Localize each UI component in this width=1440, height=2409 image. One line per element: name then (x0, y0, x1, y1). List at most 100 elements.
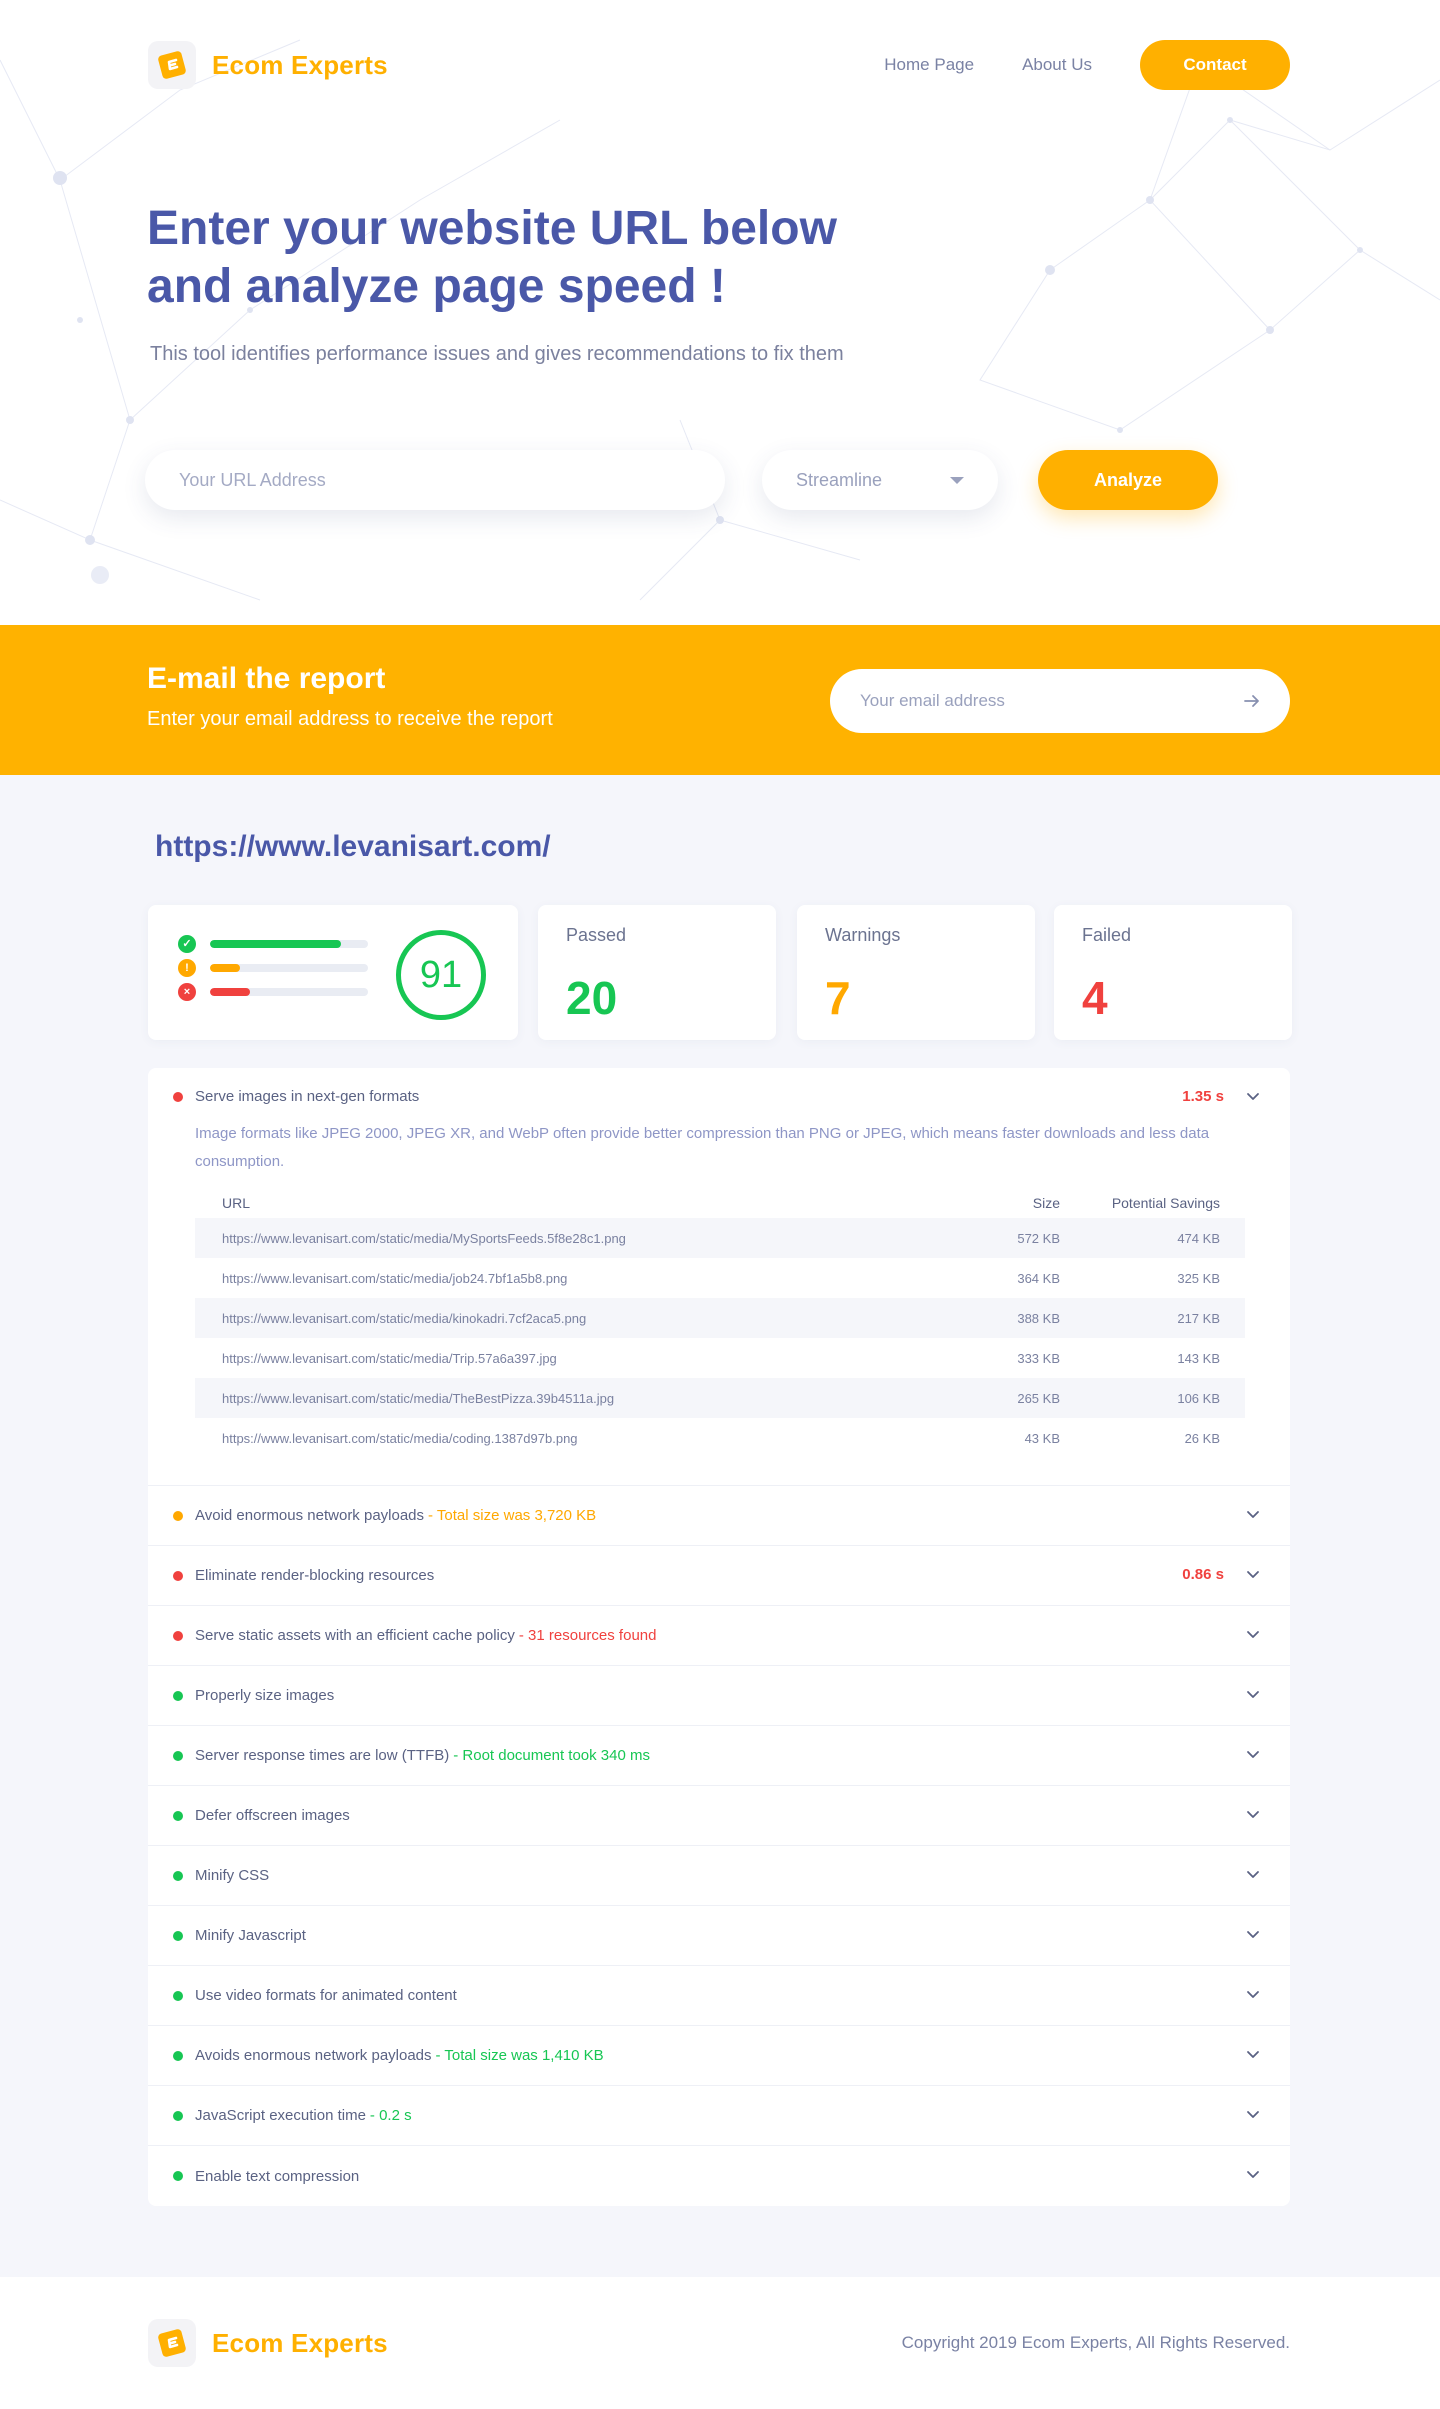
top-nav: Ecom Experts Home Page About Us Contact (148, 40, 1290, 90)
chevron-down-icon[interactable] (1246, 2110, 1260, 2119)
status-dot (173, 1810, 183, 1821)
table-row: https://www.levanisart.com/static/media/… (195, 1378, 1245, 1418)
chevron-down-icon[interactable] (1246, 1630, 1260, 1639)
table-row: https://www.levanisart.com/static/media/… (195, 1298, 1245, 1338)
warning-icon: ! (178, 959, 196, 977)
audit-title: Avoid enormous network payloads (195, 1507, 425, 1524)
email-subtitle: Enter your email address to receive the … (147, 708, 553, 730)
row-size: 43 KB (1024, 1430, 1060, 1446)
nav-link-about[interactable]: About Us (1022, 55, 1092, 75)
row-savings: 217 KB (1177, 1310, 1220, 1326)
bar-fill-warning (210, 964, 241, 972)
email-placeholder: Your email address (860, 691, 1005, 710)
row-url: https://www.levanisart.com/static/media/… (222, 1350, 557, 1366)
chevron-down-icon[interactable] (1246, 1690, 1260, 1699)
audit-item[interactable]: Properly size images (148, 1666, 1290, 1726)
audit-item[interactable]: Server response times are low (TTFB) - Ro… (148, 1726, 1290, 1786)
email-title: E-mail the report (147, 662, 386, 695)
footer: Ecom Experts Copyright 2019 Ecom Experts… (0, 2277, 1440, 2409)
row-url: https://www.levanisart.com/static/media/… (222, 1230, 626, 1246)
row-size: 364 KB (1017, 1270, 1060, 1286)
row-url: https://www.levanisart.com/static/media/… (222, 1390, 615, 1406)
logo-icon (148, 2319, 196, 2367)
audit-item[interactable]: Avoid enormous network payloads - Total s… (148, 1486, 1290, 1546)
warnings-card: Warnings 7 (797, 905, 1035, 1040)
bar-track-passed (210, 940, 368, 948)
chevron-down-icon[interactable] (1246, 1810, 1260, 1819)
url-input[interactable] (145, 450, 725, 510)
footer-logo[interactable]: Ecom Experts (148, 2319, 388, 2367)
chevron-down-icon[interactable] (1246, 1510, 1260, 1519)
chevron-down-icon[interactable] (1246, 1990, 1260, 1999)
failed-label: Failed (1082, 925, 1132, 945)
results-section: https://www.levanisart.com/ ✓ ! × 91 Pas… (0, 775, 1440, 2277)
col-url: URL (222, 1195, 251, 1211)
copyright: Copyright 2019 Ecom Experts, All Rights … (901, 2333, 1290, 2352)
audit-detail: - Total size was 1,410 KB (435, 2047, 604, 2064)
chevron-down-icon[interactable] (1246, 2050, 1260, 2059)
table-row: https://www.levanisart.com/static/media/… (195, 1418, 1245, 1458)
audit-title: Minify Javascript (195, 1927, 306, 1944)
bar-row-failed: × (178, 983, 368, 1001)
audit-detail: - 0.2 s (369, 2107, 412, 2124)
nav-link-home[interactable]: Home Page (884, 55, 974, 75)
audit-item[interactable]: Serve static assets with an efficient ca… (148, 1606, 1290, 1666)
email-report-band: E-mail the report Enter your email addre… (0, 625, 1440, 775)
row-url: https://www.levanisart.com/static/media/… (222, 1430, 578, 1446)
status-dot (173, 1750, 183, 1761)
hero-title-line2: and analyze page speed ! (147, 260, 726, 313)
arrow-right-icon[interactable] (1242, 691, 1262, 711)
check-icon: ✓ (178, 935, 196, 953)
warnings-label: Warnings (825, 925, 901, 945)
chevron-down-icon[interactable] (1246, 2170, 1260, 2179)
chevron-down-icon[interactable] (1246, 1870, 1260, 1879)
audit-item[interactable]: Minify CSS (148, 1846, 1290, 1906)
audit-time: 0.86 s (1182, 1566, 1224, 1583)
analyzed-url: https://www.levanisart.com/ (155, 830, 551, 863)
audit-item[interactable]: Defer offscreen images (148, 1786, 1290, 1846)
passed-label: Passed (566, 925, 627, 945)
score-gauge: 91 (396, 930, 486, 1020)
chevron-down-icon[interactable] (1246, 1570, 1260, 1579)
status-dot (173, 1570, 183, 1581)
bar-track-failed (210, 988, 368, 996)
mode-select[interactable]: Streamline (762, 450, 998, 510)
chevron-down-icon[interactable] (1246, 1092, 1260, 1101)
row-savings: 106 KB (1177, 1390, 1220, 1406)
logo[interactable]: Ecom Experts (148, 41, 388, 89)
audit-title: Avoids enormous network payloads (195, 2047, 432, 2064)
chevron-down-icon[interactable] (1246, 1750, 1260, 1759)
footer-logo-text: Ecom Experts (212, 2327, 388, 2358)
analyze-button[interactable]: Analyze (1038, 450, 1218, 510)
resource-table-header: URL Size Potential Savings (195, 1188, 1245, 1218)
resource-table-body: https://www.levanisart.com/static/media/… (195, 1218, 1245, 1458)
audit-head: Serve images in next-gen formats (173, 1088, 419, 1105)
error-icon: × (178, 983, 196, 1001)
row-url: https://www.levanisart.com/static/media/… (222, 1270, 568, 1286)
failed-card: Failed 4 (1054, 905, 1292, 1040)
status-dot (173, 1510, 183, 1521)
audit-item[interactable]: Avoids enormous network payloads - Total … (148, 2026, 1290, 2086)
audit-item[interactable]: Minify Javascript (148, 1906, 1290, 1966)
contact-button[interactable]: Contact (1140, 40, 1290, 90)
email-input[interactable]: Your email address (830, 669, 1290, 733)
row-savings: 26 KB (1184, 1430, 1220, 1446)
passed-card: Passed 20 (538, 905, 776, 1040)
logo-text: Ecom Experts (212, 49, 388, 80)
chevron-down-icon[interactable] (1246, 1930, 1260, 1939)
audit-item[interactable]: JavaScript execution time - 0.2 s (148, 2086, 1290, 2146)
row-savings: 325 KB (1177, 1270, 1220, 1286)
bar-fill-failed (210, 988, 250, 996)
caret-down-icon (950, 477, 964, 484)
audit-item[interactable]: Eliminate render-blocking resources 0.86 … (148, 1546, 1290, 1606)
audit-item[interactable]: Enable text compression (148, 2146, 1290, 2206)
bar-track-warning (210, 964, 368, 972)
audit-detail: - 31 resources found (518, 1627, 657, 1644)
audit-item-expanded[interactable]: Serve images in next-gen formats 1.35 s … (148, 1068, 1290, 1486)
audit-title: Eliminate render-blocking resources (195, 1567, 435, 1584)
audit-item[interactable]: Use video formats for animated content (148, 1966, 1290, 2026)
logo-icon (148, 41, 196, 89)
audit-title: Defer offscreen images (195, 1807, 350, 1824)
row-size: 265 KB (1017, 1390, 1060, 1406)
status-dot (173, 1990, 183, 2001)
